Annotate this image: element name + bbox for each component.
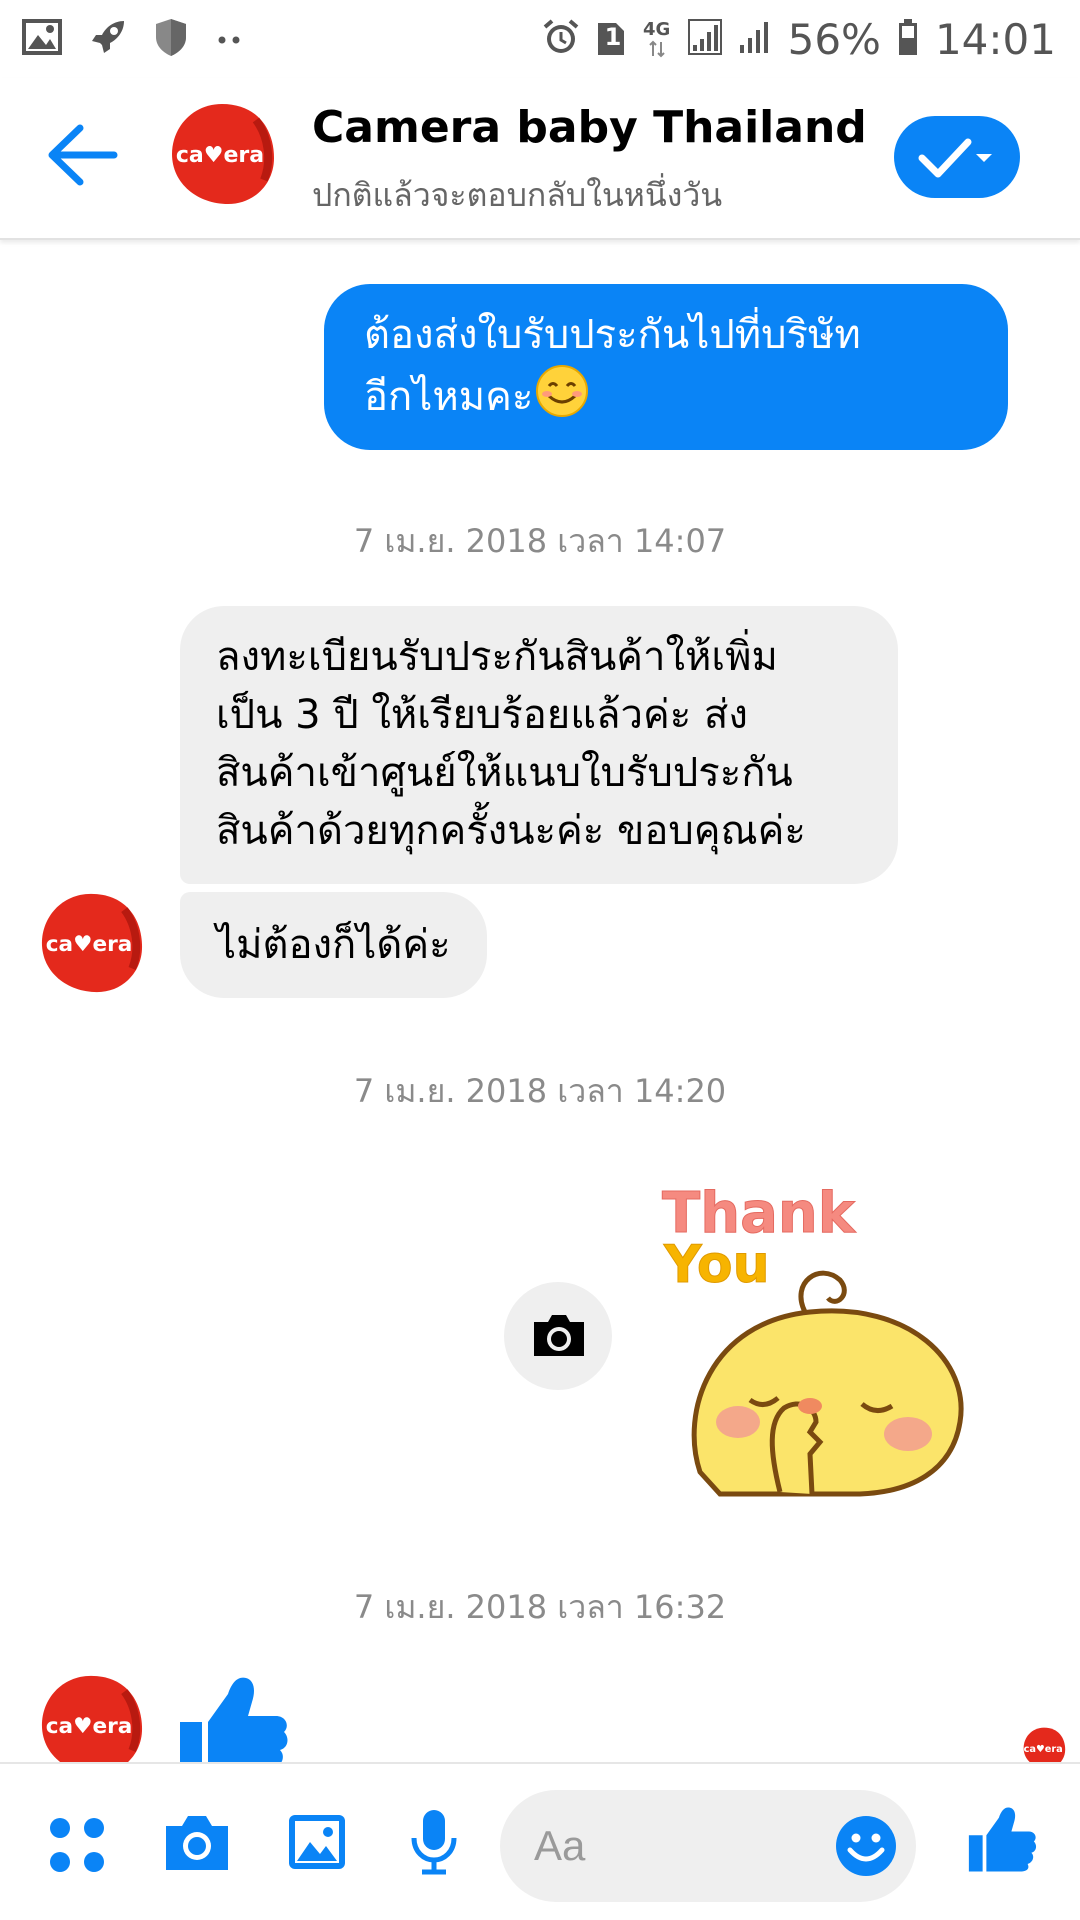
message-timestamp: 7 เม.ย. 2018 เวลา 14:07 xyxy=(353,522,727,560)
sim-icon: 1 xyxy=(596,21,626,57)
conversation-header: ca♥era Camera baby Thailand ปกติแล้วจะตอ… xyxy=(0,78,1080,240)
message-text: อีกไหมคะ xyxy=(364,374,534,420)
chevron-down-icon xyxy=(976,154,992,162)
svg-text:ca♥era: ca♥era xyxy=(46,1714,133,1739)
seen-indicator-avatar: ca♥era xyxy=(1022,1726,1066,1766)
signal-icon xyxy=(687,19,722,59)
avatar[interactable]: ca♥era xyxy=(168,100,276,208)
avatar[interactable]: ca♥era xyxy=(38,890,144,996)
signal-icon xyxy=(738,19,772,59)
message-text: ไม่ต้องก็ได้ค่ะ xyxy=(216,922,451,968)
back-button[interactable] xyxy=(44,120,124,190)
emoji-icon[interactable] xyxy=(834,1814,898,1882)
arrow-left-icon xyxy=(48,124,118,186)
rocket-icon xyxy=(88,17,128,61)
status-bar: 1 4G 56% 14:01 xyxy=(0,0,1080,78)
message-text: ต้องส่งใบรับประกันไปที่บริษัท xyxy=(364,312,861,358)
thumbs-up-icon xyxy=(180,1677,288,1764)
message-input[interactable] xyxy=(534,1814,814,1878)
apps-icon[interactable] xyxy=(48,1816,106,1878)
gallery-icon xyxy=(22,19,62,59)
message-timestamp: 7 เม.ย. 2018 เวลา 14:20 xyxy=(353,1072,727,1110)
message-line: ลงทะเบียนรับประกันสินค้าให้เพิ่ม xyxy=(216,634,778,680)
message-line: สินค้าเข้าศูนย์ให้แนบใบรับประกัน xyxy=(216,750,793,796)
verified-dropdown-button[interactable] xyxy=(894,116,1020,198)
smile-emoji-icon xyxy=(535,364,589,434)
incoming-message[interactable]: ไม่ต้องก็ได้ค่ะ xyxy=(180,892,487,998)
alarm-icon xyxy=(542,18,580,60)
message-line: เป็น 3 ปี ให้เรียบร้อยแล้วค่ะ ส่ง xyxy=(216,692,748,738)
mic-icon[interactable] xyxy=(406,1808,462,1880)
shield-icon xyxy=(154,17,188,61)
outgoing-message[interactable]: ต้องส่งใบรับประกันไปที่บริษัท อีกไหมคะ xyxy=(324,284,1008,450)
message-input-container[interactable] xyxy=(500,1790,916,1902)
like-message[interactable] xyxy=(176,1672,290,1764)
avatar[interactable]: ca♥era xyxy=(38,1672,144,1764)
camera-icon xyxy=(534,1315,584,1356)
battery-icon xyxy=(897,18,919,60)
svg-text:ca♥era: ca♥era xyxy=(46,932,133,957)
dots-icon xyxy=(214,30,244,49)
clock: 14:01 xyxy=(934,14,1056,64)
network-4g-icon: 4G xyxy=(642,20,672,58)
camera-icon[interactable] xyxy=(162,1810,232,1878)
thank-you-sticker[interactable]: Thank You xyxy=(660,1172,990,1516)
message-timestamp: 7 เม.ย. 2018 เวลา 16:32 xyxy=(353,1588,727,1626)
check-icon xyxy=(918,138,972,178)
battery-percent: 56% xyxy=(787,14,881,64)
sticker-text: You xyxy=(663,1235,770,1295)
svg-text:ca♥era: ca♥era xyxy=(1024,1744,1063,1755)
like-icon[interactable] xyxy=(966,1804,1038,1878)
camera-action-button[interactable] xyxy=(504,1282,612,1390)
response-time-subtitle: ปกติแล้วจะตอบกลับในหนึ่งวัน xyxy=(312,176,723,214)
message-line: สินค้าด้วยทุกครั้งนะค่ะ ขอบคุณค่ะ xyxy=(216,808,806,854)
image-icon[interactable] xyxy=(286,1812,348,1876)
page-title: Camera baby Thailand xyxy=(312,102,867,153)
message-composer xyxy=(0,1762,1080,1920)
incoming-message[interactable]: ลงทะเบียนรับประกันสินค้าให้เพิ่ม เป็น 3 … xyxy=(180,606,898,884)
svg-text:ca♥era: ca♥era xyxy=(176,143,264,168)
